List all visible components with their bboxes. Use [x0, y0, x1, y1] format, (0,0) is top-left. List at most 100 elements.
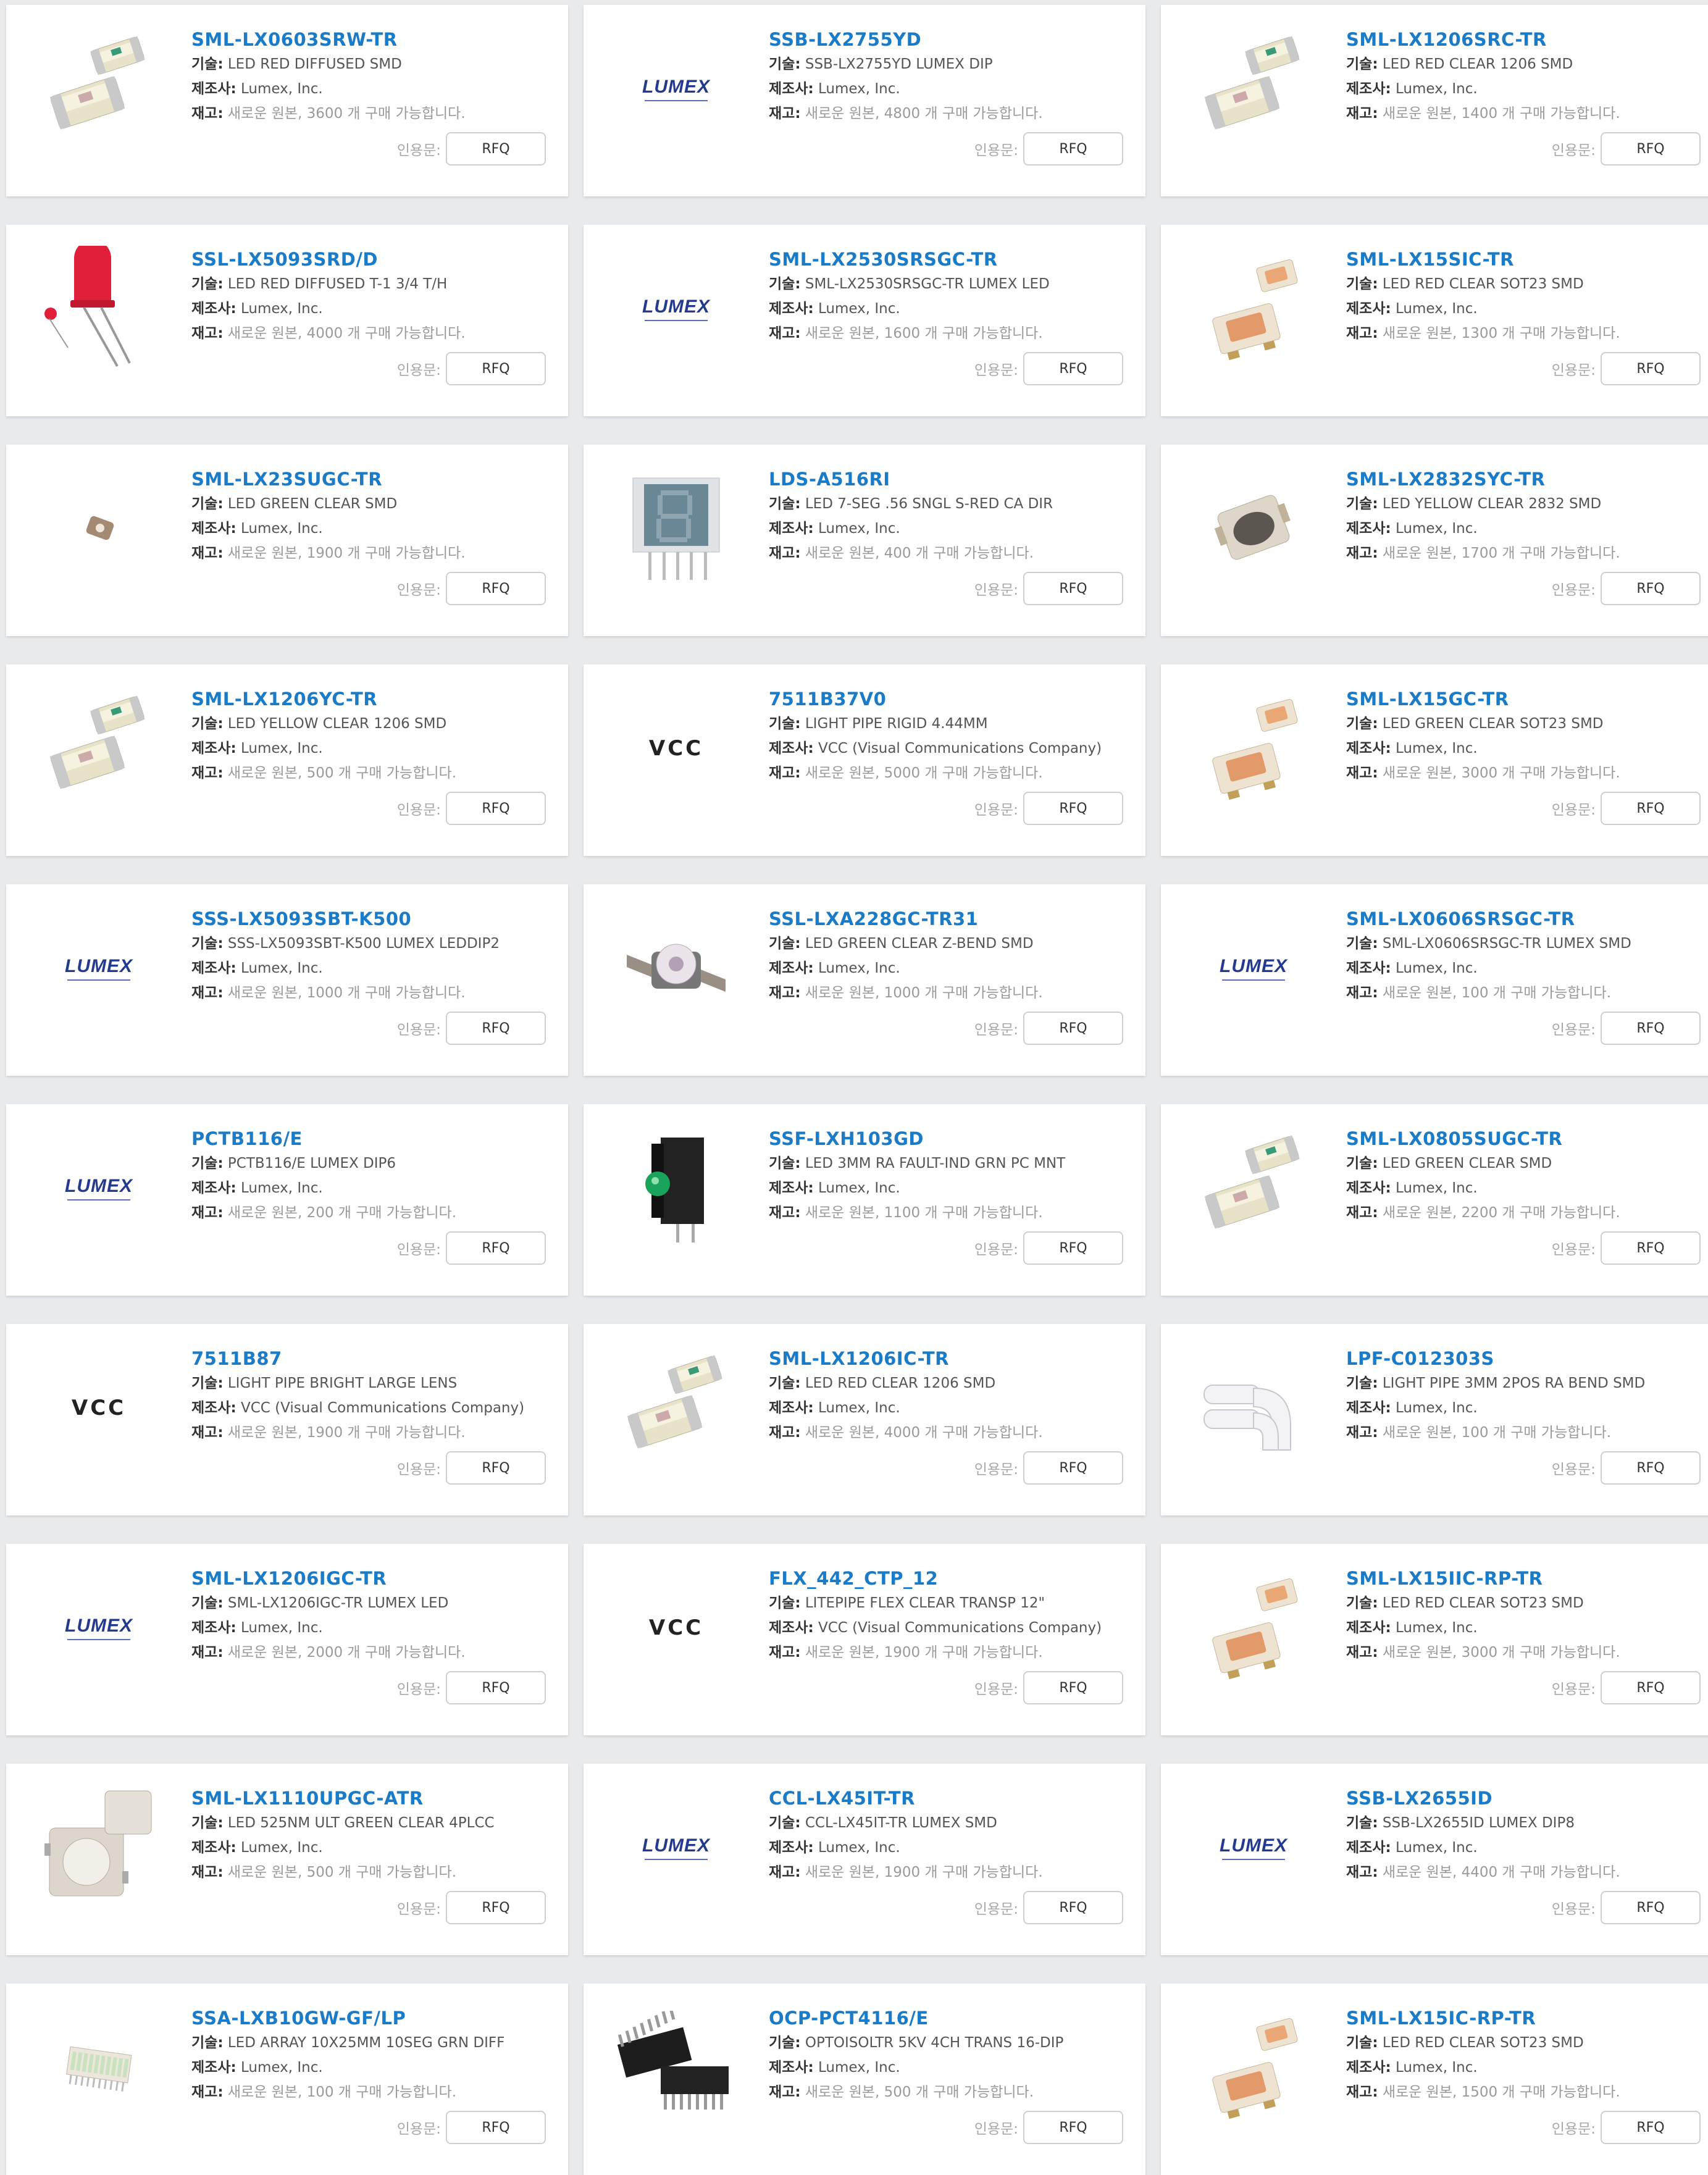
part-number-link[interactable]: 7511B87: [191, 1346, 550, 1371]
product-image[interactable]: LUMEX: [608, 27, 744, 151]
manufacturer-row-value: Lumex, Inc.: [241, 1620, 323, 1636]
rfq-button[interactable]: RFQ: [446, 1671, 546, 1704]
quote-section: 인용문: RFQ: [974, 572, 1123, 605]
product-image[interactable]: [608, 467, 744, 590]
part-number-link[interactable]: SSB-LX2655ID: [1346, 1786, 1704, 1811]
stock-row: 재고: 새로운 원본, 100 개 구매 가능합니다.: [1346, 981, 1704, 1005]
part-number-link[interactable]: SML-LX1206YC-TR: [191, 687, 550, 711]
stock-row: 재고: 새로운 원본, 1300 개 구매 가능합니다.: [1346, 321, 1704, 346]
part-number-link[interactable]: SSL-LXA228GC-TR31: [769, 907, 1127, 931]
rfq-button[interactable]: RFQ: [446, 792, 546, 825]
rfq-button[interactable]: RFQ: [446, 1891, 546, 1924]
rfq-button[interactable]: RFQ: [1023, 352, 1123, 385]
part-number-link[interactable]: LDS-A516RI: [769, 467, 1127, 492]
part-number-link[interactable]: SML-LX15IC-RP-TR: [1346, 2006, 1704, 2030]
part-number-link[interactable]: OCP-PCT4116/E: [769, 2006, 1127, 2030]
product-image[interactable]: [31, 27, 167, 151]
rfq-button[interactable]: RFQ: [1601, 1451, 1701, 1485]
part-number-link[interactable]: SML-LX15IIC-RP-TR: [1346, 1566, 1704, 1591]
product-image[interactable]: LUMEX: [1186, 1786, 1321, 1909]
product-image[interactable]: [1186, 27, 1321, 151]
rfq-button[interactable]: RFQ: [446, 2111, 546, 2144]
product-image[interactable]: [608, 1346, 744, 1470]
product-image[interactable]: LUMEX: [1186, 907, 1321, 1030]
quote-section: 인용문: RFQ: [397, 1671, 546, 1704]
part-number-link[interactable]: 7511B37V0: [769, 687, 1127, 711]
part-number-link[interactable]: SML-LX23SUGC-TR: [191, 467, 550, 492]
rfq-button[interactable]: RFQ: [446, 1012, 546, 1045]
rfq-button[interactable]: RFQ: [1023, 1231, 1123, 1265]
product-image[interactable]: [31, 687, 167, 810]
rfq-button[interactable]: RFQ: [1601, 1891, 1701, 1924]
part-number-link[interactable]: SML-LX1110UPGC-ATR: [191, 1786, 550, 1811]
product-image[interactable]: [1186, 467, 1321, 590]
product-image[interactable]: LUMEX: [31, 1566, 167, 1690]
part-number-link[interactable]: SML-LX1206IC-TR: [769, 1346, 1127, 1371]
part-number-link[interactable]: SML-LX15GC-TR: [1346, 687, 1704, 711]
product-image[interactable]: [608, 1126, 744, 1250]
product-image[interactable]: [31, 240, 167, 371]
stock-row: 재고: 새로운 원본, 1900 개 구매 가능합니다.: [769, 1640, 1127, 1665]
part-number-link[interactable]: SML-LX0606SRSGC-TR: [1346, 907, 1704, 931]
rfq-button[interactable]: RFQ: [1023, 572, 1123, 605]
part-number-link[interactable]: CCL-LX45IT-TR: [769, 1786, 1127, 1811]
rfq-button[interactable]: RFQ: [1023, 1451, 1123, 1485]
rfq-button[interactable]: RFQ: [1023, 2111, 1123, 2144]
rfq-button[interactable]: RFQ: [1023, 1891, 1123, 1924]
rfq-button[interactable]: RFQ: [1601, 1671, 1701, 1704]
part-number-link[interactable]: SML-LX2832SYC-TR: [1346, 467, 1704, 492]
product-image[interactable]: [31, 2006, 167, 2129]
product-image[interactable]: [1186, 247, 1321, 371]
stock-row-value: 새로운 원본, 500 개 구매 가능합니다.: [805, 2084, 1034, 2100]
product-image[interactable]: [1186, 2006, 1321, 2129]
rfq-button[interactable]: RFQ: [1601, 2111, 1701, 2144]
part-number-link[interactable]: SSF-LXH103GD: [769, 1126, 1127, 1151]
product-image[interactable]: VCC: [608, 1566, 744, 1690]
product-image[interactable]: [1186, 1566, 1321, 1690]
rfq-button[interactable]: RFQ: [446, 1231, 546, 1265]
product-image[interactable]: [1186, 1346, 1321, 1470]
rfq-button[interactable]: RFQ: [1601, 132, 1701, 166]
part-number-link[interactable]: SML-LX1206SRC-TR: [1346, 27, 1704, 52]
rfq-button[interactable]: RFQ: [446, 572, 546, 605]
part-number-link[interactable]: LPF-C012303S: [1346, 1346, 1704, 1371]
tech-row-value: SSB-LX2755YD LUMEX DIP: [805, 56, 993, 72]
rfq-button[interactable]: RFQ: [1601, 1231, 1701, 1265]
rfq-button[interactable]: RFQ: [1601, 1012, 1701, 1045]
part-number-link[interactable]: SSA-LXB10GW-GF/LP: [191, 2006, 550, 2030]
product-image[interactable]: LUMEX: [31, 1126, 167, 1250]
product-image[interactable]: [1186, 1126, 1321, 1250]
product-image[interactable]: [608, 2006, 744, 2129]
product-image[interactable]: [608, 907, 744, 1030]
product-image[interactable]: [31, 467, 167, 590]
rfq-button[interactable]: RFQ: [1023, 1671, 1123, 1704]
smd-led-1206-icon: [37, 692, 161, 805]
part-number-link[interactable]: SML-LX0603SRW-TR: [191, 27, 550, 52]
rfq-button[interactable]: RFQ: [1023, 132, 1123, 166]
product-image[interactable]: VCC: [31, 1346, 167, 1470]
stock-row-value: 새로운 원본, 500 개 구매 가능합니다.: [227, 765, 457, 781]
part-number-link[interactable]: SML-LX15SIC-TR: [1346, 247, 1704, 272]
part-number-link[interactable]: SML-LX2530SRSGC-TR: [769, 247, 1127, 272]
rfq-button[interactable]: RFQ: [1023, 792, 1123, 825]
part-number-link[interactable]: FLX_442_CTP_12: [769, 1566, 1127, 1591]
product-image[interactable]: LUMEX: [608, 247, 744, 371]
part-number-link[interactable]: PCTB116/E: [191, 1126, 550, 1151]
rfq-button[interactable]: RFQ: [1601, 572, 1701, 605]
rfq-button[interactable]: RFQ: [446, 1451, 546, 1485]
product-image[interactable]: LUMEX: [31, 907, 167, 1030]
part-number-link[interactable]: SML-LX1206IGC-TR: [191, 1566, 550, 1591]
rfq-button[interactable]: RFQ: [446, 132, 546, 166]
product-image[interactable]: LUMEX: [608, 1786, 744, 1909]
product-image[interactable]: VCC: [608, 687, 744, 810]
rfq-button[interactable]: RFQ: [446, 352, 546, 385]
part-number-link[interactable]: SSB-LX2755YD: [769, 27, 1127, 52]
part-number-link[interactable]: SML-LX0805SUGC-TR: [1346, 1126, 1704, 1151]
rfq-button[interactable]: RFQ: [1601, 352, 1701, 385]
product-image[interactable]: [31, 1786, 167, 1909]
rfq-button[interactable]: RFQ: [1023, 1012, 1123, 1045]
product-image[interactable]: [1186, 687, 1321, 810]
part-number-link[interactable]: SSS-LX5093SBT-K500: [191, 907, 550, 931]
part-number-link[interactable]: SSL-LX5093SRD/D: [191, 247, 550, 272]
rfq-button[interactable]: RFQ: [1601, 792, 1701, 825]
